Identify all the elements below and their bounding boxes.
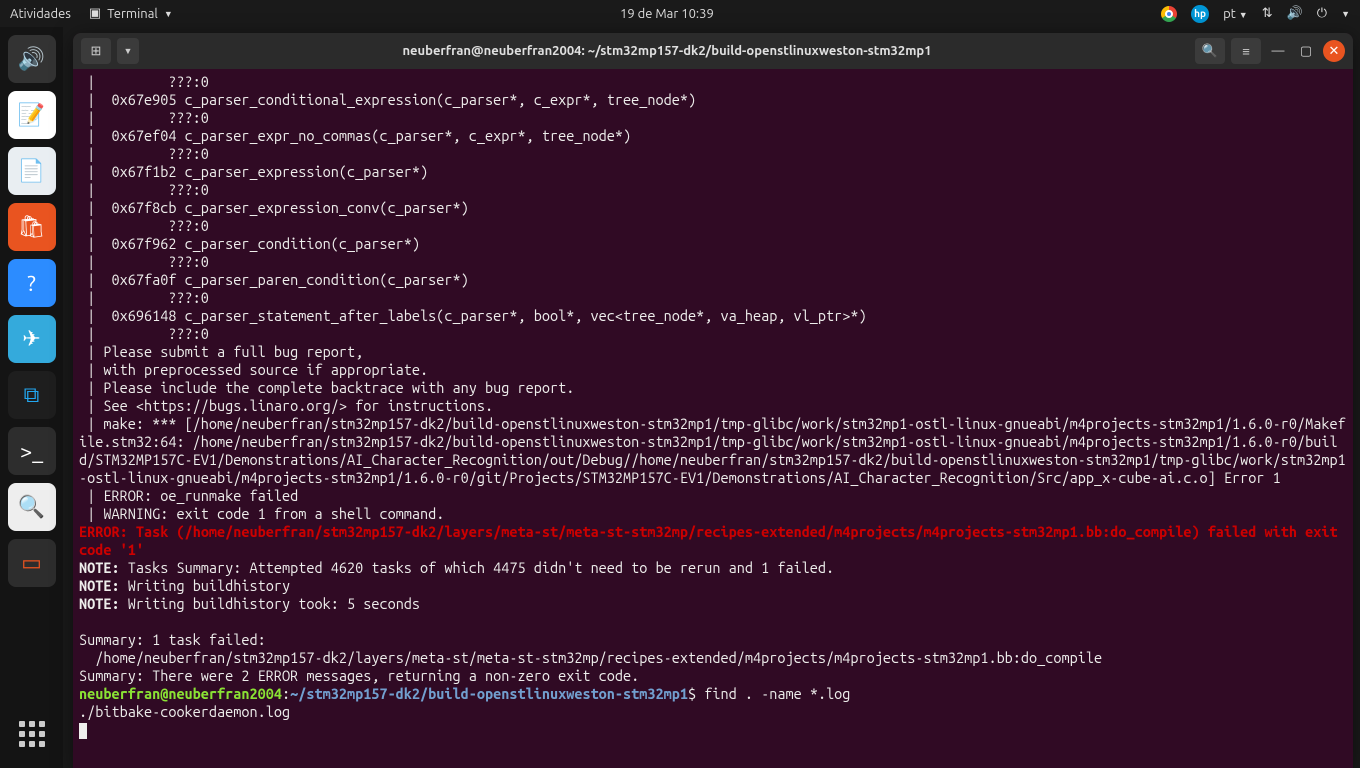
- output-line: ./bitbake-cookerdaemon.log: [79, 703, 290, 720]
- search-button[interactable]: 🔍: [1195, 38, 1225, 64]
- error-label: ERROR:: [79, 523, 128, 540]
- system-menu-chevron-icon[interactable]: ▼: [1341, 9, 1350, 19]
- output-line: Writing buildhistory: [120, 577, 291, 594]
- command-text: find . -name *.log: [704, 685, 850, 702]
- dock-writer-icon[interactable]: 📄: [8, 147, 56, 195]
- titlebar: ⊞ ▼ neuberfran@neuberfran2004: ~/stm32mp…: [73, 33, 1353, 69]
- keyboard-layout[interactable]: pt ▼: [1223, 7, 1248, 21]
- output-line: | ERROR: oe_runmake failed: [79, 487, 298, 504]
- output-line: | ???:0: [79, 217, 209, 234]
- power-icon[interactable]: ⏻: [1317, 6, 1327, 21]
- clock[interactable]: 19 de Mar 10:39: [173, 7, 1161, 21]
- dock-help-icon[interactable]: ?: [8, 259, 56, 307]
- output-line: | 0x67e905 c_parser_conditional_expressi…: [79, 91, 696, 108]
- hamburger-menu-button[interactable]: ≡: [1231, 38, 1261, 64]
- terminal-small-icon: ▣: [89, 6, 101, 21]
- hamburger-icon: ≡: [1242, 44, 1250, 59]
- output-line: | ???:0: [79, 109, 209, 126]
- output-line: | ???:0: [79, 145, 209, 162]
- error-message: Task (/home/neuberfran/stm32mp157-dk2/la…: [79, 523, 1346, 558]
- output-line: | WARNING: exit code 1 from a shell comm…: [79, 505, 444, 522]
- dock-vscode-icon[interactable]: ⧉: [8, 371, 56, 419]
- volume-icon[interactable]: 🔊: [1287, 6, 1303, 21]
- chrome-tray-icon[interactable]: [1161, 6, 1177, 22]
- output-line: Tasks Summary: Attempted 4620 tasks of w…: [120, 559, 835, 576]
- dock-texteditor-icon[interactable]: 📝: [8, 91, 56, 139]
- cursor: [79, 723, 87, 739]
- output-line: | Please include the complete backtrace …: [79, 379, 574, 396]
- search-icon: 🔍: [1202, 44, 1218, 59]
- output-line: | See <https://bugs.linaro.org/> for ins…: [79, 397, 493, 414]
- maximize-icon: ▢: [1300, 44, 1312, 59]
- output-line: | 0x67ef04 c_parser_expr_no_commas(c_par…: [79, 127, 631, 144]
- note-label: NOTE:: [79, 577, 120, 594]
- hp-tray-icon[interactable]: hp: [1191, 5, 1209, 23]
- activities-button[interactable]: Atividades: [10, 7, 71, 21]
- network-icon[interactable]: ⇅: [1262, 6, 1273, 21]
- dock-rhythmbox-icon[interactable]: 🔊: [8, 35, 56, 83]
- output-line: | 0x67f1b2 c_parser_expression(c_parser*…: [79, 163, 428, 180]
- dock-software-icon[interactable]: 🛍: [8, 203, 56, 251]
- output-line: | ???:0: [79, 253, 209, 270]
- window-title: neuberfran@neuberfran2004: ~/stm32mp157-…: [145, 44, 1189, 58]
- maximize-button[interactable]: ▢: [1295, 38, 1317, 64]
- output-line: Summary: 1 task failed:: [79, 631, 266, 648]
- output-line: | with preprocessed source if appropriat…: [79, 361, 428, 378]
- minimize-button[interactable]: —: [1267, 38, 1289, 64]
- note-label: NOTE:: [79, 595, 120, 612]
- dock-telegram-icon[interactable]: ✈: [8, 315, 56, 363]
- new-tab-icon: ⊞: [91, 44, 102, 59]
- dock-imageviewer-icon[interactable]: 🔍: [8, 483, 56, 531]
- minimize-icon: —: [1272, 44, 1285, 58]
- output-line: | 0x67f8cb c_parser_expression_conv(c_pa…: [79, 199, 469, 216]
- note-label: NOTE:: [79, 559, 120, 576]
- output-line: | ???:0: [79, 73, 209, 90]
- terminal-output[interactable]: | ???:0 | 0x67e905 c_parser_conditional_…: [73, 69, 1353, 768]
- output-line: | 0x67fa0f c_parser_paren_condition(c_pa…: [79, 271, 469, 288]
- output-line: Summary: There were 2 ERROR messages, re…: [79, 667, 639, 684]
- terminal-window: ⊞ ▼ neuberfran@neuberfran2004: ~/stm32mp…: [73, 33, 1353, 768]
- output-line: | ???:0: [79, 325, 209, 342]
- output-line: /home/neuberfran/stm32mp157-dk2/layers/m…: [79, 649, 1102, 666]
- prompt-user: neuberfran@neuberfran2004: [79, 685, 282, 702]
- chevron-down-icon: ▼: [124, 46, 133, 56]
- dock-drive-icon[interactable]: ▭: [8, 539, 56, 587]
- chevron-down-icon: ▼: [164, 9, 173, 19]
- output-line: | Please submit a full bug report,: [79, 343, 363, 360]
- dock-show-apps[interactable]: [8, 710, 56, 758]
- output-line: | 0x67f962 c_parser_condition(c_parser*): [79, 235, 420, 252]
- app-menu[interactable]: ▣ Terminal ▼: [89, 6, 173, 21]
- prompt-path: ~/stm32mp157-dk2/build-openstlinuxweston…: [290, 685, 688, 702]
- dock: 🔊 📝 📄 🛍 ? ✈ ⧉ >_ 🔍 ▭: [0, 27, 63, 768]
- output-line: | 0x696148 c_parser_statement_after_labe…: [79, 307, 867, 324]
- output-line: | ???:0: [79, 181, 209, 198]
- output-line: | make: *** [/home/neuberfran/stm32mp157…: [79, 415, 1346, 486]
- prompt-dollar: $: [688, 685, 704, 702]
- new-tab-button[interactable]: ⊞: [81, 38, 111, 64]
- gnome-topbar: Atividades ▣ Terminal ▼ 19 de Mar 10:39 …: [0, 0, 1360, 27]
- dock-terminal-icon[interactable]: >_: [8, 427, 56, 475]
- close-button[interactable]: ✕: [1323, 40, 1345, 62]
- output-line: Writing buildhistory took: 5 seconds: [120, 595, 420, 612]
- prompt-colon: :: [282, 685, 290, 702]
- close-icon: ✕: [1329, 44, 1340, 59]
- tab-dropdown-button[interactable]: ▼: [117, 38, 139, 64]
- output-line: | ???:0: [79, 289, 209, 306]
